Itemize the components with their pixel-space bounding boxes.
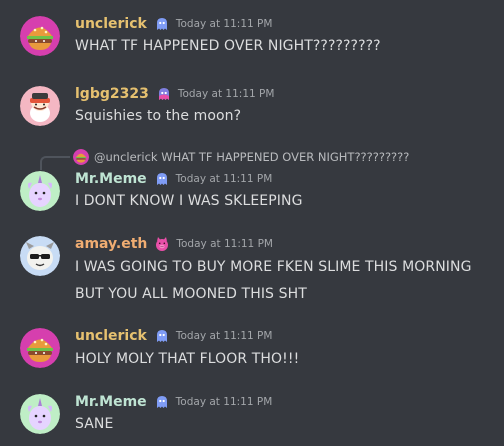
message-text-line-2: BUT YOU ALL MOONED THIS SHT (75, 286, 307, 302)
message-text-line-1: I WAS GOING TO BUY MORE FKEN SLIME THIS … (75, 259, 472, 275)
message-text: HOLY MOLY THAT FLOOR THO!!! (75, 351, 300, 367)
message-lgbg2323: lgbg2323 Today at 11:11 PM Squishies to … (0, 68, 504, 138)
message-text: Squishies to the moon? (75, 108, 242, 124)
message-unclerick-1: unclerick Today at 11:11 PM WHAT TF HAPP… (0, 0, 504, 68)
timestamp: Today at 11:11 PM (175, 173, 273, 185)
message-text: I DONT KNOW I WAS SKLEEPING (75, 193, 303, 209)
username[interactable]: Mr.Meme (75, 171, 147, 187)
reply-mention[interactable]: @unclerick (94, 150, 158, 164)
message-text: SANE (75, 416, 114, 432)
username[interactable]: unclerick (75, 328, 147, 344)
timestamp: Today at 11:11 PM (175, 396, 273, 408)
username[interactable]: Mr.Meme (75, 394, 147, 410)
unicorn-avatar[interactable] (20, 394, 60, 434)
message-unclerick-2: unclerick Today at 11:11 PM HOLY MOLY TH… (0, 320, 504, 382)
pig-icon (154, 236, 170, 252)
message-text: WHAT TF HAPPENED OVER NIGHT????????? (75, 38, 381, 54)
burger-avatar[interactable] (20, 16, 60, 56)
timestamp: Today at 11:11 PM (177, 88, 275, 100)
reply-context[interactable]: @unclerick WHAT TF HAPPENED OVER NIGHT??… (40, 147, 480, 170)
ghost-icon (154, 394, 170, 410)
burger-avatar[interactable] (20, 328, 60, 368)
timestamp: Today at 11:11 PM (175, 330, 273, 342)
reply-preview: @unclerick WHAT TF HAPPENED OVER NIGHT??… (94, 150, 409, 164)
message-mrmeme-2: Mr.Meme Today at 11:11 PM SANE (0, 382, 504, 446)
reply-avatar-burger (73, 149, 89, 165)
message-mrmeme-1: Mr.Meme Today at 11:11 PM I DONT KNOW I … (0, 168, 504, 226)
timestamp: Today at 11:11 PM (176, 238, 273, 250)
ghost-icon (156, 86, 172, 102)
sunglasses-avatar[interactable] (20, 236, 60, 276)
ghost-icon (154, 328, 170, 344)
monkey-avatar[interactable] (20, 86, 60, 126)
username[interactable]: amay.eth (75, 236, 147, 252)
username[interactable]: unclerick (75, 16, 147, 32)
ghost-icon (154, 16, 170, 32)
reply-text: WHAT TF HAPPENED OVER NIGHT????????? (161, 150, 410, 164)
ghost-icon (154, 171, 170, 187)
username[interactable]: lgbg2323 (75, 86, 149, 102)
unicorn-avatar[interactable] (20, 171, 60, 211)
message-amay: amay.eth Today at 11:11 PM I WAS GOING T… (0, 226, 504, 320)
timestamp: Today at 11:11 PM (175, 18, 273, 30)
